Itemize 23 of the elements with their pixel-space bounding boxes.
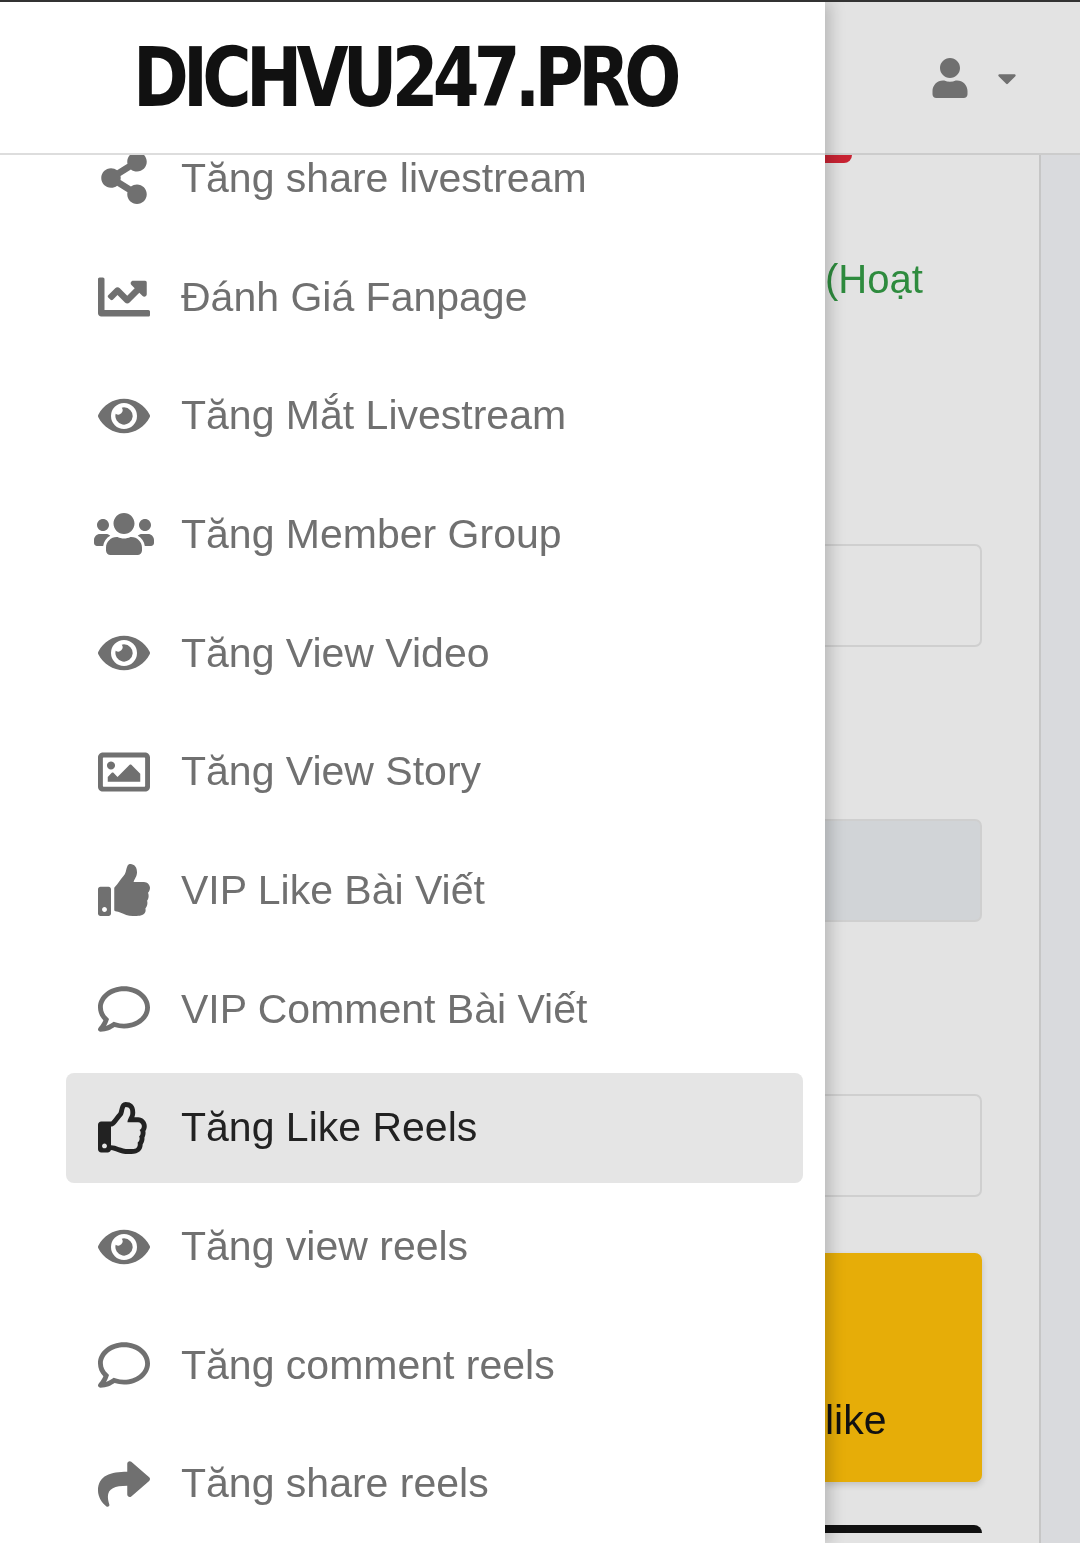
site-logo[interactable]: DICHVU247.PRO [133, 30, 676, 125]
menu-item[interactable]: Tăng View Story [66, 716, 803, 827]
menu-item[interactable]: Tăng view reels [66, 1191, 803, 1302]
menu-item[interactable]: VIP Like Bài Viết [66, 835, 803, 946]
input-field[interactable] [825, 544, 982, 647]
menu-item[interactable]: Tăng Member Group [66, 479, 803, 590]
like-button[interactable]: like [825, 1253, 982, 1482]
menu-item[interactable]: Đánh Giá Fanpage [66, 242, 803, 352]
dark-button[interactable] [825, 1525, 982, 1533]
badge [825, 155, 852, 163]
user-icon[interactable] [930, 57, 970, 98]
menu-item[interactable]: VIP Comment Bài Viết [66, 954, 803, 1065]
thumbs-up-icon [97, 864, 150, 917]
menu-item[interactable]: Tăng View Video [66, 598, 803, 709]
input-field[interactable] [825, 1094, 982, 1197]
menu-item[interactable]: Tăng Like Reels [66, 1072, 803, 1183]
menu-item[interactable]: Tăng Mắt Livestream [66, 360, 803, 471]
input-field[interactable] [825, 819, 982, 922]
status-text: (Hoạt [825, 257, 923, 302]
menu-item[interactable]: Tăng share livestream [66, 155, 803, 201]
menu-item[interactable]: Tăng comment reels [66, 1310, 803, 1421]
thumbs-up-icon [97, 1101, 150, 1154]
menu-item[interactable]: Tăng share reels [66, 1428, 803, 1539]
